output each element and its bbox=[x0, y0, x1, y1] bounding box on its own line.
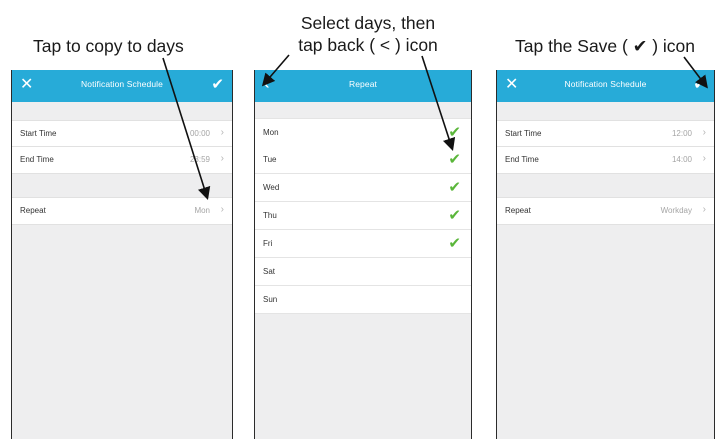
end-time-label: End Time bbox=[20, 155, 54, 164]
checkmark-icon: ✔ bbox=[448, 207, 461, 224]
end-time-row[interactable]: End Time 23:59 › bbox=[12, 146, 232, 174]
day-row-fri[interactable]: Fri ✔ bbox=[255, 230, 471, 258]
header-title: Notification Schedule bbox=[81, 79, 163, 89]
chevron-right-icon: › bbox=[702, 127, 706, 138]
start-time-row[interactable]: Start Time 12:00 › bbox=[497, 120, 714, 148]
start-time-value: 00:00 bbox=[189, 129, 210, 138]
header-title: Notification Schedule bbox=[564, 79, 647, 89]
day-label: Thu bbox=[263, 211, 277, 220]
phone-screen-schedule-configured: ✕ Notification Schedule ✔ Start Time 12:… bbox=[496, 70, 715, 439]
day-label: Sun bbox=[263, 295, 278, 304]
day-label: Tue bbox=[263, 155, 277, 164]
end-time-label: End Time bbox=[505, 155, 539, 164]
repeat-value: Mon bbox=[194, 206, 210, 215]
day-label: Fri bbox=[263, 239, 273, 248]
end-time-row[interactable]: End Time 14:00 › bbox=[497, 146, 714, 174]
repeat-row[interactable]: Repeat Workday › bbox=[497, 197, 714, 225]
header-bar: ‹ Repeat bbox=[255, 70, 471, 102]
start-time-row[interactable]: Start Time 00:00 › bbox=[12, 120, 232, 148]
day-row-wed[interactable]: Wed ✔ bbox=[255, 174, 471, 202]
caption-copy-to-days: Tap to copy to days bbox=[33, 36, 184, 56]
day-label: Wed bbox=[263, 183, 280, 192]
checkmark-icon: ✔ bbox=[448, 235, 461, 252]
repeat-label: Repeat bbox=[505, 206, 531, 215]
day-label: Sat bbox=[263, 267, 276, 276]
checkmark-icon: ✔ bbox=[448, 179, 461, 196]
chevron-right-icon: › bbox=[220, 204, 224, 215]
header-bar: ✕ Notification Schedule ✔ bbox=[497, 70, 714, 102]
header-title: Repeat bbox=[348, 79, 377, 89]
caption-select-days-line1: Select days, then bbox=[300, 13, 436, 33]
checkmark-icon[interactable]: ✔ bbox=[211, 76, 224, 94]
phone-screen-schedule-initial: ✕ Notification Schedule ✔ Start Time 00:… bbox=[11, 70, 233, 439]
checkmark-icon[interactable]: ✔ bbox=[693, 76, 706, 94]
chevron-right-icon: › bbox=[220, 127, 224, 138]
phone-screen-repeat: ‹ Repeat Mon ✔ Tue ✔ Wed ✔ Thu ✔ Fri ✔ S… bbox=[254, 70, 472, 439]
chevron-right-icon: › bbox=[702, 204, 706, 215]
day-row-sun[interactable]: Sun bbox=[255, 286, 471, 314]
end-time-value: 14:00 bbox=[671, 155, 692, 164]
end-time-value: 23:59 bbox=[189, 155, 210, 164]
caption-tap-save: Tap the Save ( ✔ ) icon bbox=[515, 36, 696, 56]
start-time-label: Start Time bbox=[505, 129, 542, 138]
day-row-thu[interactable]: Thu ✔ bbox=[255, 202, 471, 230]
day-row-sat[interactable]: Sat bbox=[255, 258, 471, 286]
chevron-right-icon: › bbox=[220, 153, 224, 164]
caption-select-days: Select days, then tap back ( < ) icon bbox=[268, 12, 468, 56]
day-row-mon[interactable]: Mon ✔ bbox=[255, 118, 471, 147]
start-time-value: 12:00 bbox=[671, 129, 692, 138]
caption-select-days-line2: tap back ( < ) icon bbox=[298, 35, 438, 55]
header-bar: ✕ Notification Schedule ✔ bbox=[12, 70, 232, 102]
repeat-value: Workday bbox=[660, 206, 692, 215]
checkmark-icon: ✔ bbox=[448, 124, 461, 141]
chevron-right-icon: › bbox=[702, 153, 706, 164]
day-label: Mon bbox=[263, 128, 279, 137]
day-row-tue[interactable]: Tue ✔ bbox=[255, 146, 471, 174]
repeat-label: Repeat bbox=[20, 206, 46, 215]
checkmark-icon: ✔ bbox=[448, 151, 461, 168]
start-time-label: Start Time bbox=[20, 129, 57, 138]
repeat-row[interactable]: Repeat Mon › bbox=[12, 197, 232, 225]
